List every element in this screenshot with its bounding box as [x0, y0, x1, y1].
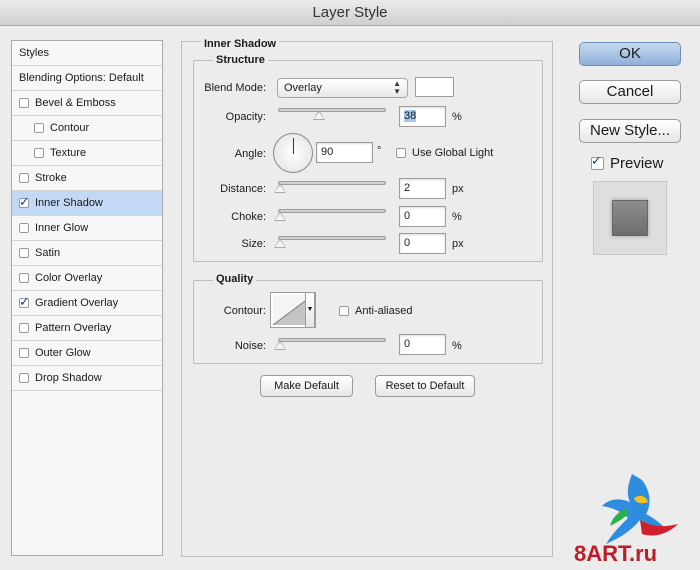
style-item-label: Contour: [50, 122, 90, 134]
make-default-button[interactable]: Make Default: [260, 375, 353, 397]
reset-default-button[interactable]: Reset to Default: [375, 375, 475, 397]
style-checkbox-icon[interactable]: [19, 323, 29, 333]
style-item-label: Bevel & Emboss: [35, 97, 116, 109]
style-item-label: Stroke: [35, 172, 67, 184]
style-checkbox-icon[interactable]: [19, 194, 30, 210]
style-checkbox-icon[interactable]: [34, 123, 44, 133]
choke-slider-thumb[interactable]: [274, 211, 286, 221]
preview-label: Preview: [610, 155, 664, 172]
global-light-label: Use Global Light: [412, 147, 494, 159]
style-item-label: Color Overlay: [35, 272, 103, 284]
cancel-button[interactable]: Cancel: [579, 80, 681, 104]
choke-label: Choke:: [231, 211, 266, 223]
size-input[interactable]: 0: [399, 233, 446, 254]
anti-aliased-label: Anti-aliased: [355, 305, 413, 317]
contour-dropdown-icon[interactable]: ▼: [305, 292, 315, 328]
style-item-label: Satin: [35, 247, 61, 259]
distance-label: Distance:: [220, 183, 266, 195]
preview-option[interactable]: Preview: [591, 153, 664, 172]
anti-aliased-checkbox-icon[interactable]: [339, 306, 349, 316]
size-slider[interactable]: [278, 236, 386, 240]
style-checkbox-icon[interactable]: [19, 294, 30, 310]
style-item[interactable]: Texture: [12, 141, 162, 166]
styles-list: Styles Blending Options: Default Bevel &…: [11, 40, 163, 556]
global-light-option[interactable]: Use Global Light: [396, 147, 493, 159]
style-item[interactable]: Drop Shadow: [12, 366, 162, 391]
choke-unit: %: [452, 211, 462, 223]
angle-dial-icon[interactable]: [273, 133, 313, 173]
noise-label: Noise:: [234, 340, 266, 352]
ok-button[interactable]: OK: [579, 42, 681, 66]
noise-unit: %: [452, 340, 462, 352]
structure-title: Structure: [213, 54, 268, 66]
global-light-checkbox-icon[interactable]: [396, 148, 406, 158]
opacity-unit: %: [452, 111, 462, 123]
blend-mode-select[interactable]: Overlay ▲ ▼: [277, 78, 408, 98]
choke-input[interactable]: 0: [399, 206, 446, 227]
opacity-input[interactable]: 38: [399, 106, 446, 127]
style-item-label: Pattern Overlay: [35, 322, 112, 334]
blend-mode-value: Overlay: [284, 82, 322, 94]
blend-mode-label: Blend Mode:: [204, 82, 266, 94]
style-checkbox-icon[interactable]: [19, 348, 29, 358]
style-item[interactable]: Gradient Overlay: [12, 291, 162, 316]
preview-thumbnail: [593, 181, 667, 255]
window-title: Layer Style: [0, 0, 700, 26]
size-slider-thumb[interactable]: [274, 238, 286, 248]
style-item[interactable]: Inner Shadow: [12, 191, 162, 216]
angle-unit: °: [377, 145, 382, 157]
angle-label: Angle:: [234, 148, 266, 160]
choke-slider[interactable]: [278, 209, 386, 213]
style-checkbox-icon[interactable]: [19, 98, 29, 108]
angle-input[interactable]: 90: [316, 142, 373, 163]
style-item[interactable]: Inner Glow: [12, 216, 162, 241]
styles-header[interactable]: Styles: [12, 41, 162, 66]
distance-unit: px: [452, 183, 464, 195]
style-item-label: Outer Glow: [35, 347, 91, 359]
style-item-label: Gradient Overlay: [35, 297, 119, 309]
style-checkbox-icon[interactable]: [19, 248, 29, 258]
panel-title: Inner Shadow: [201, 38, 280, 50]
contour-label: Contour:: [223, 305, 266, 317]
opacity-slider[interactable]: [278, 108, 386, 112]
style-item-label: Inner Shadow: [35, 197, 103, 209]
style-item[interactable]: Pattern Overlay: [12, 316, 162, 341]
watermark-text: 8ART.ru: [574, 541, 658, 566]
style-checkbox-icon[interactable]: [19, 173, 29, 183]
distance-slider[interactable]: [278, 181, 386, 185]
blending-options[interactable]: Blending Options: Default: [12, 66, 162, 91]
opacity-label: Opacity:: [225, 111, 266, 123]
distance-input[interactable]: 2: [399, 178, 446, 199]
distance-slider-thumb[interactable]: [274, 183, 286, 193]
style-checkbox-icon[interactable]: [19, 223, 29, 233]
style-item-label: Drop Shadow: [35, 372, 102, 384]
style-item[interactable]: Contour: [12, 116, 162, 141]
style-item[interactable]: Bevel & Emboss: [12, 91, 162, 116]
new-style-button[interactable]: New Style...: [579, 119, 681, 143]
shadow-color-swatch[interactable]: [415, 77, 454, 97]
style-item-label: Inner Glow: [35, 222, 89, 234]
style-item[interactable]: Color Overlay: [12, 266, 162, 291]
style-item[interactable]: Outer Glow: [12, 341, 162, 366]
style-item[interactable]: Satin: [12, 241, 162, 266]
style-checkbox-icon[interactable]: [34, 148, 44, 158]
select-arrows-icon: ▲ ▼: [393, 79, 401, 96]
size-label: Size:: [241, 238, 266, 250]
noise-slider-thumb[interactable]: [274, 340, 286, 350]
opacity-slider-thumb[interactable]: [313, 110, 326, 120]
quality-title: Quality: [213, 273, 257, 285]
style-item-label: Texture: [50, 147, 87, 159]
style-checkbox-icon[interactable]: [19, 373, 29, 383]
noise-input[interactable]: 0: [399, 334, 446, 355]
noise-slider[interactable]: [278, 338, 386, 342]
size-unit: px: [452, 238, 464, 250]
style-checkbox-icon[interactable]: [19, 273, 29, 283]
preview-checkbox-icon[interactable]: [591, 153, 604, 170]
style-item[interactable]: Stroke: [12, 166, 162, 191]
anti-aliased-option[interactable]: Anti-aliased: [339, 305, 412, 317]
preview-swatch: [612, 200, 648, 236]
